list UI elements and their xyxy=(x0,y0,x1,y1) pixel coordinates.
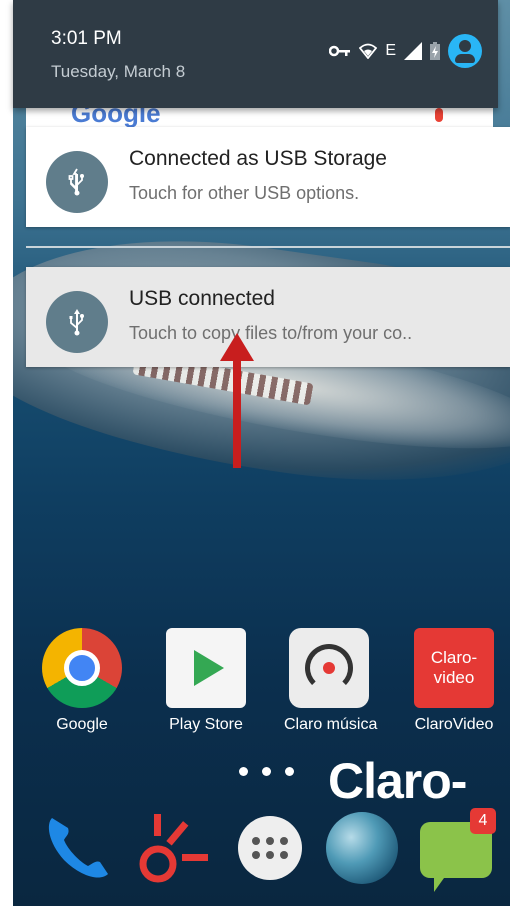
claro-app-icon[interactable] xyxy=(132,808,212,888)
chrome-icon xyxy=(42,628,122,708)
network-type-text: E xyxy=(385,42,396,59)
notification-shade-header: 3:01 PM Tuesday, March 8 E xyxy=(13,0,498,108)
notification-subtitle: Touch to copy files to/from your co.. xyxy=(129,323,413,343)
app-google[interactable]: Google xyxy=(37,628,127,734)
claro-video-icon: Claro-video xyxy=(414,628,494,708)
app-label: Claro música xyxy=(284,716,378,733)
mic-icon[interactable] xyxy=(435,108,443,122)
notification-title: Connected as USB Storage xyxy=(129,147,387,170)
notification-divider xyxy=(26,246,510,248)
unread-badge: 4 xyxy=(470,808,496,834)
google-search-widget[interactable]: Google xyxy=(26,106,493,128)
user-avatar-icon[interactable] xyxy=(448,34,482,68)
app-label: Google xyxy=(56,716,108,733)
usb-icon xyxy=(46,291,108,353)
battery-charging-icon xyxy=(430,42,440,60)
app-claro-video[interactable]: Claro-video ClaroVideo xyxy=(409,628,499,734)
app-play-store[interactable]: Play Store xyxy=(161,628,251,734)
clock-date: Tuesday, March 8 xyxy=(51,62,186,81)
play-store-icon xyxy=(166,628,246,708)
usb-icon xyxy=(46,151,108,213)
app-claro-musica[interactable]: Claro música xyxy=(284,628,378,734)
claro-wallpaper-logo: Claro- xyxy=(328,753,467,809)
messages-icon[interactable]: 4 xyxy=(416,808,496,892)
vpn-key-icon xyxy=(329,45,351,57)
claro-musica-icon xyxy=(289,628,369,708)
app-label: ClaroVideo xyxy=(414,716,494,733)
app-label: Play Store xyxy=(169,716,243,733)
clock-time: 3:01 PM xyxy=(51,28,122,49)
notification-title: USB connected xyxy=(129,287,275,310)
notification-usb-connected[interactable]: USB connected Touch to copy files to/fro… xyxy=(26,267,510,367)
browser-globe-icon[interactable] xyxy=(322,808,402,888)
google-logo-text: Google xyxy=(71,106,161,128)
phone-icon[interactable] xyxy=(38,808,118,888)
notification-usb-storage[interactable]: Connected as USB Storage Touch for other… xyxy=(26,127,510,227)
status-icons: E xyxy=(329,34,482,68)
red-arrow-annotation xyxy=(220,333,254,468)
cell-signal-icon xyxy=(404,42,422,60)
wifi-icon xyxy=(359,43,378,59)
app-drawer-icon[interactable] xyxy=(230,808,310,888)
page-indicator-dots xyxy=(239,767,294,776)
notification-subtitle: Touch for other USB options. xyxy=(129,183,360,203)
